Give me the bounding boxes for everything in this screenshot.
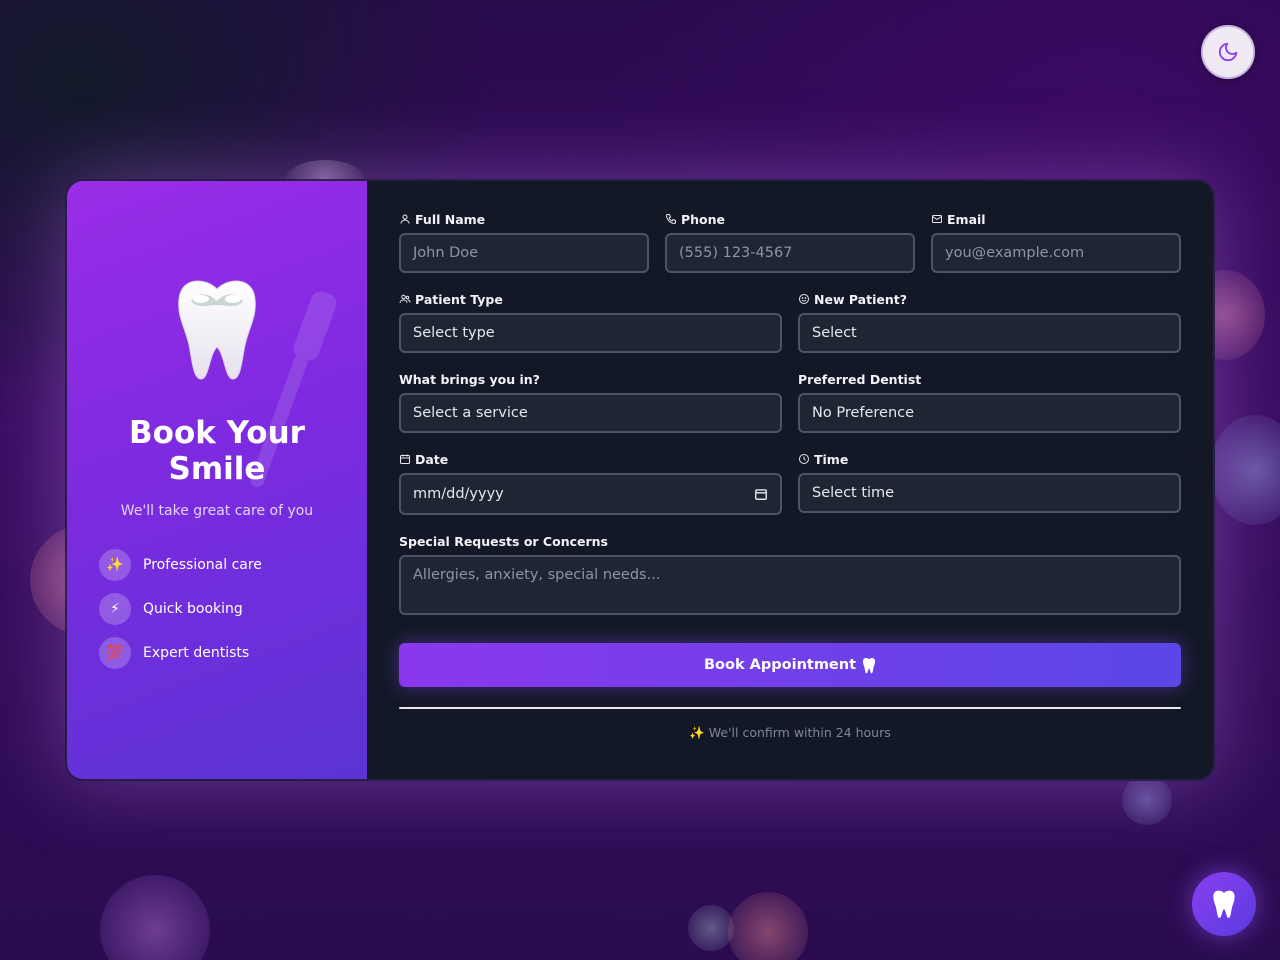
book-appointment-label: Book Appointment	[703, 657, 857, 673]
hero-tagline: We'll take great care of you	[120, 503, 314, 519]
email-input[interactable]: you@example.com	[931, 233, 1181, 273]
feature-item: ⚡ Quick booking	[99, 593, 367, 625]
clock-icon	[799, 454, 809, 464]
dentist-group: Preferred Dentist No Preference	[798, 371, 1181, 433]
service-select[interactable]: Select a service	[399, 393, 782, 433]
bokeh-light	[100, 875, 210, 960]
full-name-label: Full Name	[415, 211, 486, 227]
requests-label: Special Requests or Concerns	[399, 533, 608, 549]
users-icon	[399, 294, 411, 304]
form-panel: Full Name John Doe Phone (555) 123-4567 …	[367, 181, 1213, 779]
feature-label: Quick booking	[143, 601, 243, 617]
hero-panel: Book Your Smile We'll take great care of…	[67, 181, 367, 779]
theme-toggle-button[interactable]	[1201, 25, 1255, 79]
new-patient-group: New Patient? Select	[798, 291, 1181, 353]
feature-label: Professional care	[143, 557, 262, 573]
phone-group: Phone (555) 123-4567	[665, 211, 915, 273]
feature-label: Expert dentists	[143, 645, 250, 661]
time-label: Time	[814, 451, 849, 467]
confirm-note: ✨ We'll confirm within 24 hours	[689, 725, 891, 740]
email-label: Email	[947, 211, 986, 227]
dentist-select[interactable]: No Preference	[798, 393, 1181, 433]
full-name-input[interactable]: John Doe	[399, 233, 649, 273]
patient-type-group: Patient Type Select type	[399, 291, 782, 353]
user-icon	[400, 214, 410, 224]
moon-icon	[1218, 42, 1238, 62]
service-group: What brings you in? Select a service	[399, 371, 782, 433]
book-appointment-button[interactable]: Book Appointment	[399, 643, 1181, 687]
toothbrush-watermark-icon	[250, 291, 337, 488]
tooth-icon	[862, 657, 876, 673]
feature-list: ✨ Professional care ⚡ Quick booking 💯 Ex…	[67, 549, 367, 681]
requests-group: Special Requests or Concerns Allergies, …	[399, 533, 1181, 615]
booking-card: Book Your Smile We'll take great care of…	[65, 179, 1215, 781]
divider	[399, 707, 1181, 709]
mail-icon	[932, 215, 942, 223]
full-name-group: Full Name John Doe	[399, 211, 649, 273]
feature-item: 💯 Expert dentists	[99, 637, 367, 669]
lightning-icon: ⚡	[99, 593, 131, 625]
calendar-icon	[400, 454, 410, 464]
hundred-icon: 💯	[99, 637, 131, 669]
patient-type-label: Patient Type	[415, 291, 503, 307]
smile-icon	[799, 294, 809, 304]
email-group: Email you@example.com	[931, 211, 1181, 273]
phone-icon	[665, 214, 676, 225]
time-group: Time Select time	[798, 451, 1181, 515]
bokeh-light	[728, 892, 808, 960]
date-value: mm/dd/yyyy	[413, 486, 504, 502]
feature-item: ✨ Professional care	[99, 549, 367, 581]
phone-input[interactable]: (555) 123-4567	[665, 233, 915, 273]
floating-tooth-button[interactable]	[1192, 872, 1256, 936]
bokeh-light	[688, 905, 734, 951]
calendar-picker-icon[interactable]	[754, 487, 768, 501]
bokeh-light	[1210, 415, 1280, 525]
phone-label: Phone	[681, 211, 726, 227]
date-input[interactable]: mm/dd/yyyy	[399, 473, 782, 515]
service-label: What brings you in?	[399, 371, 540, 387]
date-group: Date mm/dd/yyyy	[399, 451, 782, 515]
sparkles-icon: ✨	[99, 549, 131, 581]
new-patient-label: New Patient?	[814, 291, 907, 307]
new-patient-select[interactable]: Select	[798, 313, 1181, 353]
tooth-icon	[1213, 890, 1235, 918]
requests-textarea[interactable]: Allergies, anxiety, special needs...	[399, 555, 1181, 615]
time-select[interactable]: Select time	[798, 473, 1181, 513]
dentist-label: Preferred Dentist	[798, 371, 922, 387]
date-label: Date	[415, 451, 449, 467]
bokeh-light	[1122, 775, 1172, 825]
patient-type-select[interactable]: Select type	[399, 313, 782, 353]
